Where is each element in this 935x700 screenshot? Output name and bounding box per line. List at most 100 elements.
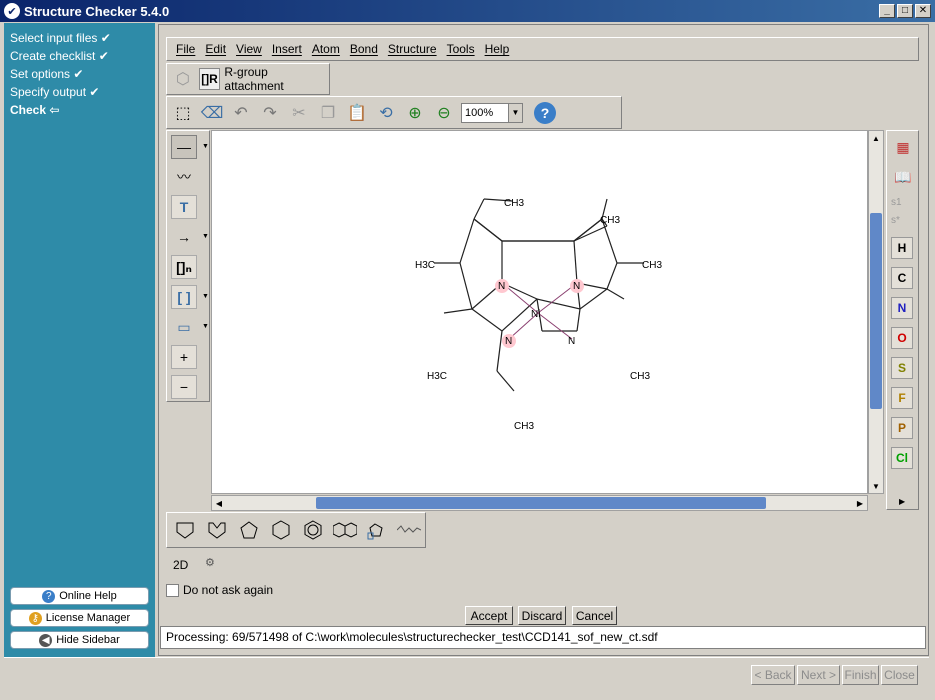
naphthalene-template-icon[interactable]: [333, 518, 357, 542]
accept-button[interactable]: Accept: [465, 606, 513, 625]
element-n-button[interactable]: N: [891, 297, 913, 319]
online-help-button[interactable]: ? Online Help: [10, 587, 149, 605]
check-icon: ✔: [89, 85, 100, 99]
menu-edit[interactable]: Edit: [205, 42, 226, 56]
main-toolbar: ⬚ ⌫ ↶ ↷ ✂ ❐ 📋 ⟲ ⊕ ⊖ 100% ▼ ?: [166, 96, 622, 129]
vertical-scrollbar[interactable]: ▲ ▼: [868, 130, 884, 494]
arrow-left-icon: ⇦: [49, 103, 60, 117]
finish-button[interactable]: Finish: [842, 665, 879, 685]
clean-3d-icon[interactable]: ⚙: [205, 556, 223, 572]
chevron-down-icon[interactable]: ▼: [202, 293, 209, 300]
chevron-down-icon[interactable]: ▼: [508, 103, 522, 122]
pyrrole-template-icon[interactable]: [205, 518, 229, 542]
menu-bond[interactable]: Bond: [350, 42, 378, 56]
element-s-button[interactable]: S: [891, 357, 913, 379]
bracket-tool[interactable]: [ ]: [171, 285, 197, 309]
rectangle-tool[interactable]: ▭: [171, 315, 197, 339]
step-specify-output: Specify output ✔: [10, 85, 100, 99]
hexagon-star-icon[interactable]: ⬡: [171, 67, 195, 91]
element-cl-button[interactable]: Cl: [891, 447, 913, 469]
close-button[interactable]: Close: [881, 665, 918, 685]
single-bond-tool[interactable]: —: [171, 135, 197, 159]
chevron-down-icon[interactable]: ▼: [202, 233, 209, 240]
check-icon: ✔: [73, 67, 84, 81]
methyl-label: CH3: [514, 421, 534, 432]
redo-icon[interactable]: ↷: [258, 101, 282, 125]
scroll-left-icon[interactable]: ◀: [212, 496, 226, 510]
charge-minus-tool[interactable]: −: [171, 375, 197, 399]
sgroup-bracket-tool[interactable]: []ₙ: [171, 255, 197, 279]
element-panel: ▦ 📖 s1 s* H C N O S F P Cl ▶: [886, 130, 919, 510]
do-not-ask-checkbox[interactable]: Do not ask again: [166, 583, 273, 597]
rgroup-book-icon[interactable]: 📖: [891, 165, 915, 189]
text-tool[interactable]: T: [171, 195, 197, 219]
menu-tools[interactable]: Tools: [447, 42, 475, 56]
maximize-button[interactable]: □: [897, 4, 913, 18]
undo-icon[interactable]: ↶: [229, 101, 253, 125]
cyclopentane-template-icon[interactable]: [237, 518, 261, 542]
methyl-label: CH3: [630, 371, 650, 382]
charge-plus-tool[interactable]: +: [171, 345, 197, 369]
scroll-down-icon[interactable]: ▼: [869, 479, 883, 493]
eraser-icon[interactable]: ⌫: [200, 101, 224, 125]
methyl-label: CH3: [504, 198, 524, 209]
methyl-label: CH3: [642, 260, 662, 271]
element-c-button[interactable]: C: [891, 267, 913, 289]
pentagon-flat-template-icon[interactable]: [173, 518, 197, 542]
periodic-table-icon[interactable]: ▦: [891, 135, 915, 159]
rgroup-attachment-icon[interactable]: []R: [198, 68, 221, 90]
menu-atom[interactable]: Atom: [312, 42, 340, 56]
zoom-out-icon[interactable]: ⊖: [432, 101, 456, 125]
license-manager-button[interactable]: ⚷ License Manager: [10, 609, 149, 627]
back-button[interactable]: < Back: [751, 665, 795, 685]
select-tool-icon[interactable]: ⬚: [171, 101, 195, 125]
custom-template-icon[interactable]: [365, 518, 389, 542]
menu-structure[interactable]: Structure: [388, 42, 437, 56]
discard-button[interactable]: Discard: [518, 606, 566, 625]
scroll-up-icon[interactable]: ▲: [869, 131, 883, 145]
scroll-right-icon[interactable]: ▶: [853, 496, 867, 510]
molecule-structure[interactable]: CH3 CH3 CH3 H3C H3C CH3 CH3 Ni N N N N: [212, 131, 869, 495]
cancel-button[interactable]: Cancel: [572, 606, 617, 625]
element-f-button[interactable]: F: [891, 387, 913, 409]
clean-structure-icon[interactable]: ⟲: [374, 101, 398, 125]
cyclohexane-template-icon[interactable]: [269, 518, 293, 542]
hide-sidebar-button[interactable]: ◀ Hide Sidebar: [10, 631, 149, 649]
chevron-down-icon[interactable]: ▼: [202, 323, 209, 330]
cut-icon[interactable]: ✂: [287, 101, 311, 125]
next-button[interactable]: Next >: [797, 665, 840, 685]
help-icon: ?: [42, 589, 56, 603]
copy-icon[interactable]: ❐: [316, 101, 340, 125]
mode-label: 2D: [173, 558, 189, 572]
key-icon: ⚷: [28, 611, 42, 625]
zoom-select[interactable]: 100% ▼: [461, 102, 523, 123]
zoom-in-icon[interactable]: ⊕: [403, 101, 427, 125]
template-toolbar: [166, 512, 426, 548]
vertical-scroll-thumb[interactable]: [870, 213, 882, 409]
drawing-canvas[interactable]: CH3 CH3 CH3 H3C H3C CH3 CH3 Ni N N N N: [211, 130, 868, 494]
element-p-button[interactable]: P: [891, 417, 913, 439]
menu-help[interactable]: Help: [485, 42, 510, 56]
benzene-template-icon[interactable]: [301, 518, 325, 542]
close-window-button[interactable]: ✕: [915, 4, 931, 18]
chevron-right-icon[interactable]: ▶: [899, 497, 905, 506]
menu-view[interactable]: View: [236, 42, 262, 56]
horizontal-scroll-thumb[interactable]: [316, 497, 766, 509]
menu-file[interactable]: File: [176, 42, 195, 56]
nickel-label: Ni: [531, 309, 540, 320]
step-create-checklist: Create checklist ✔: [10, 49, 109, 63]
arrow-tool[interactable]: →: [171, 225, 197, 249]
menu-insert[interactable]: Insert: [272, 42, 302, 56]
chain-tool[interactable]: 〰: [171, 165, 197, 189]
checkbox-box[interactable]: [166, 583, 179, 597]
rgroup-attachment-label: R-group attachment: [224, 65, 284, 93]
paste-icon[interactable]: 📋: [345, 101, 369, 125]
element-o-button[interactable]: O: [891, 327, 913, 349]
element-h-button[interactable]: H: [891, 237, 913, 259]
arrow-left-icon: ◀: [39, 633, 53, 647]
help-button[interactable]: ?: [534, 101, 556, 124]
minimize-button[interactable]: _: [879, 4, 895, 18]
chevron-down-icon[interactable]: ▼: [202, 143, 209, 150]
chain-template-icon[interactable]: [397, 518, 421, 542]
horizontal-scrollbar[interactable]: ◀ ▶: [211, 495, 868, 511]
